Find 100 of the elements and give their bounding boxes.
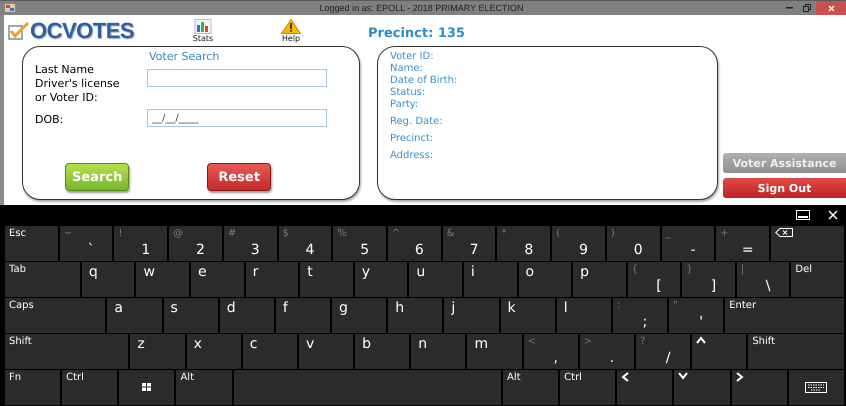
logo-text: OCVOTES xyxy=(30,18,134,44)
keyboard-key[interactable]: % 5 xyxy=(333,226,386,261)
keyboard-key[interactable]: ~ ` xyxy=(60,226,112,261)
keyboard-key[interactable]: m xyxy=(467,334,522,369)
keyboard-key[interactable]: n xyxy=(411,334,466,369)
bar-chart-icon xyxy=(194,18,212,34)
keyboard-key[interactable]: > . xyxy=(580,334,634,369)
detail-label: Name: xyxy=(390,63,424,75)
close-button[interactable] xyxy=(816,1,846,15)
panel-title: Voter Search xyxy=(149,50,220,63)
keyboard-key[interactable]: $ 4 xyxy=(278,226,332,261)
keyboard-key[interactable]: Alt xyxy=(503,370,558,405)
chevron-right-icon xyxy=(736,372,744,382)
sign-out-button[interactable]: Sign Out xyxy=(723,178,846,198)
keyboard-key[interactable]: Shift xyxy=(5,334,128,369)
keyboard-key[interactable]: q xyxy=(82,262,134,297)
keyboard-key[interactable]: ! 1 xyxy=(114,226,168,261)
windows-icon xyxy=(142,383,152,391)
chevron-left-icon xyxy=(621,372,630,382)
minimize-icon xyxy=(796,210,810,220)
keyboard-key[interactable]: : ; xyxy=(612,298,668,333)
stats-button[interactable]: Stats xyxy=(188,18,218,42)
keyboard-key[interactable]: & 7 xyxy=(442,226,496,261)
close-icon xyxy=(828,210,838,220)
keyboard-key[interactable]: ^ 6 xyxy=(388,226,441,261)
keyboard-key[interactable]: d xyxy=(220,298,274,333)
keyboard-icon xyxy=(805,382,828,392)
chevron-up-icon xyxy=(696,336,706,344)
keyboard-key[interactable]: @ 2 xyxy=(169,226,222,261)
keyboard-key[interactable]: o xyxy=(518,262,572,297)
keyboard-key[interactable]: Esc xyxy=(5,226,58,261)
keyboard-key[interactable]: b xyxy=(355,334,410,369)
keyboard-key[interactable]: } ] xyxy=(682,262,735,297)
keyboard-key[interactable]: c xyxy=(242,334,297,369)
keyboard-key[interactable]: * 8 xyxy=(497,226,550,261)
keyboard-key[interactable]: h xyxy=(388,298,442,333)
field-label: DOB: xyxy=(35,113,64,127)
keyboard-key[interactable]: Alt xyxy=(176,370,232,405)
window-title: Logged in as: EPOLL - 2018 PRIMARY ELECTION xyxy=(318,3,524,13)
detail-label: Address: xyxy=(390,150,434,162)
keyboard-key[interactable]: Tab xyxy=(5,262,80,297)
keyboard-key[interactable]: w xyxy=(136,262,190,297)
keyboard-key[interactable]: y xyxy=(354,262,408,297)
keyboard-key[interactable]: t xyxy=(300,262,353,297)
close-icon xyxy=(828,4,834,12)
keyboard-key[interactable]: r xyxy=(246,262,298,297)
keyboard-key[interactable]: " ' xyxy=(669,298,724,333)
keyboard-key[interactable]: Caps xyxy=(5,298,106,333)
detail-label: Reg. Date: xyxy=(390,116,444,128)
keyboard-key[interactable]: a xyxy=(107,298,162,333)
keyboard-key[interactable]: s xyxy=(164,298,218,333)
minimize-icon xyxy=(786,7,792,9)
keyboard-key[interactable]: Enter xyxy=(725,298,844,333)
keyboard-key[interactable] xyxy=(771,226,844,261)
keyboard-key[interactable]: _ - xyxy=(662,226,714,261)
keyboard-key[interactable]: j xyxy=(444,298,499,333)
keyboard-key[interactable]: < , xyxy=(524,334,578,369)
keyboard-key[interactable] xyxy=(788,370,844,405)
dob-field[interactable]: __/__/____ xyxy=(147,109,327,127)
keyboard-key[interactable]: | \ xyxy=(736,262,790,297)
keyboard-key[interactable]: x xyxy=(186,334,241,369)
checkbox-logo-icon xyxy=(8,22,30,40)
keyboard-key[interactable]: k xyxy=(500,298,555,333)
keyboard-key[interactable]: u xyxy=(409,262,462,297)
keyboard-key[interactable]: f xyxy=(276,298,330,333)
keyboard-key[interactable]: i xyxy=(464,262,516,297)
help-button[interactable]: Help xyxy=(276,18,306,42)
keyboard-key[interactable]: Shift xyxy=(748,334,844,369)
keyboard-key[interactable]: Ctrl xyxy=(560,370,616,405)
keyboard-key[interactable]: # 3 xyxy=(224,226,277,261)
precinct-heading: Precinct: 135 xyxy=(368,26,465,41)
detail-label: Precinct: xyxy=(390,133,434,145)
keyboard-key[interactable]: p xyxy=(573,262,626,297)
keyboard-key[interactable]: { [ xyxy=(628,262,680,297)
reset-button[interactable]: Reset xyxy=(207,163,271,191)
field-label: Last Name xyxy=(35,63,95,77)
keyboard-key[interactable]: Ctrl xyxy=(62,370,118,405)
keyboard-key[interactable]: ) 0 xyxy=(606,226,660,261)
keyboard-key[interactable]: v xyxy=(298,334,354,369)
keyboard-key[interactable]: + = xyxy=(716,226,770,261)
field-label: Driver's license or Voter ID: xyxy=(35,77,120,105)
minimize-keyboard-button[interactable] xyxy=(796,210,810,220)
keyboard-key[interactable]: ( 9 xyxy=(552,226,605,261)
voter-id-field[interactable] xyxy=(147,69,327,87)
keyboard-key[interactable]: z xyxy=(130,334,185,369)
detail-label: Status: xyxy=(390,87,426,99)
keyboard-key[interactable]: g xyxy=(332,298,386,333)
keyboard-key[interactable]: l xyxy=(556,298,611,333)
restore-icon xyxy=(803,4,811,12)
keyboard-key[interactable]: Fn xyxy=(5,370,60,405)
keyboard-key[interactable] xyxy=(119,370,174,405)
app-icon xyxy=(5,4,15,12)
warning-icon xyxy=(281,18,301,34)
close-keyboard-button[interactable] xyxy=(828,210,838,220)
chevron-down-icon xyxy=(678,372,688,380)
keyboard-key[interactable]: Del xyxy=(791,262,844,297)
keyboard-key[interactable]: e xyxy=(191,262,244,297)
detail-label: Party: xyxy=(390,99,420,111)
keyboard-key[interactable]: ? / xyxy=(636,334,690,369)
backspace-icon xyxy=(775,228,794,237)
